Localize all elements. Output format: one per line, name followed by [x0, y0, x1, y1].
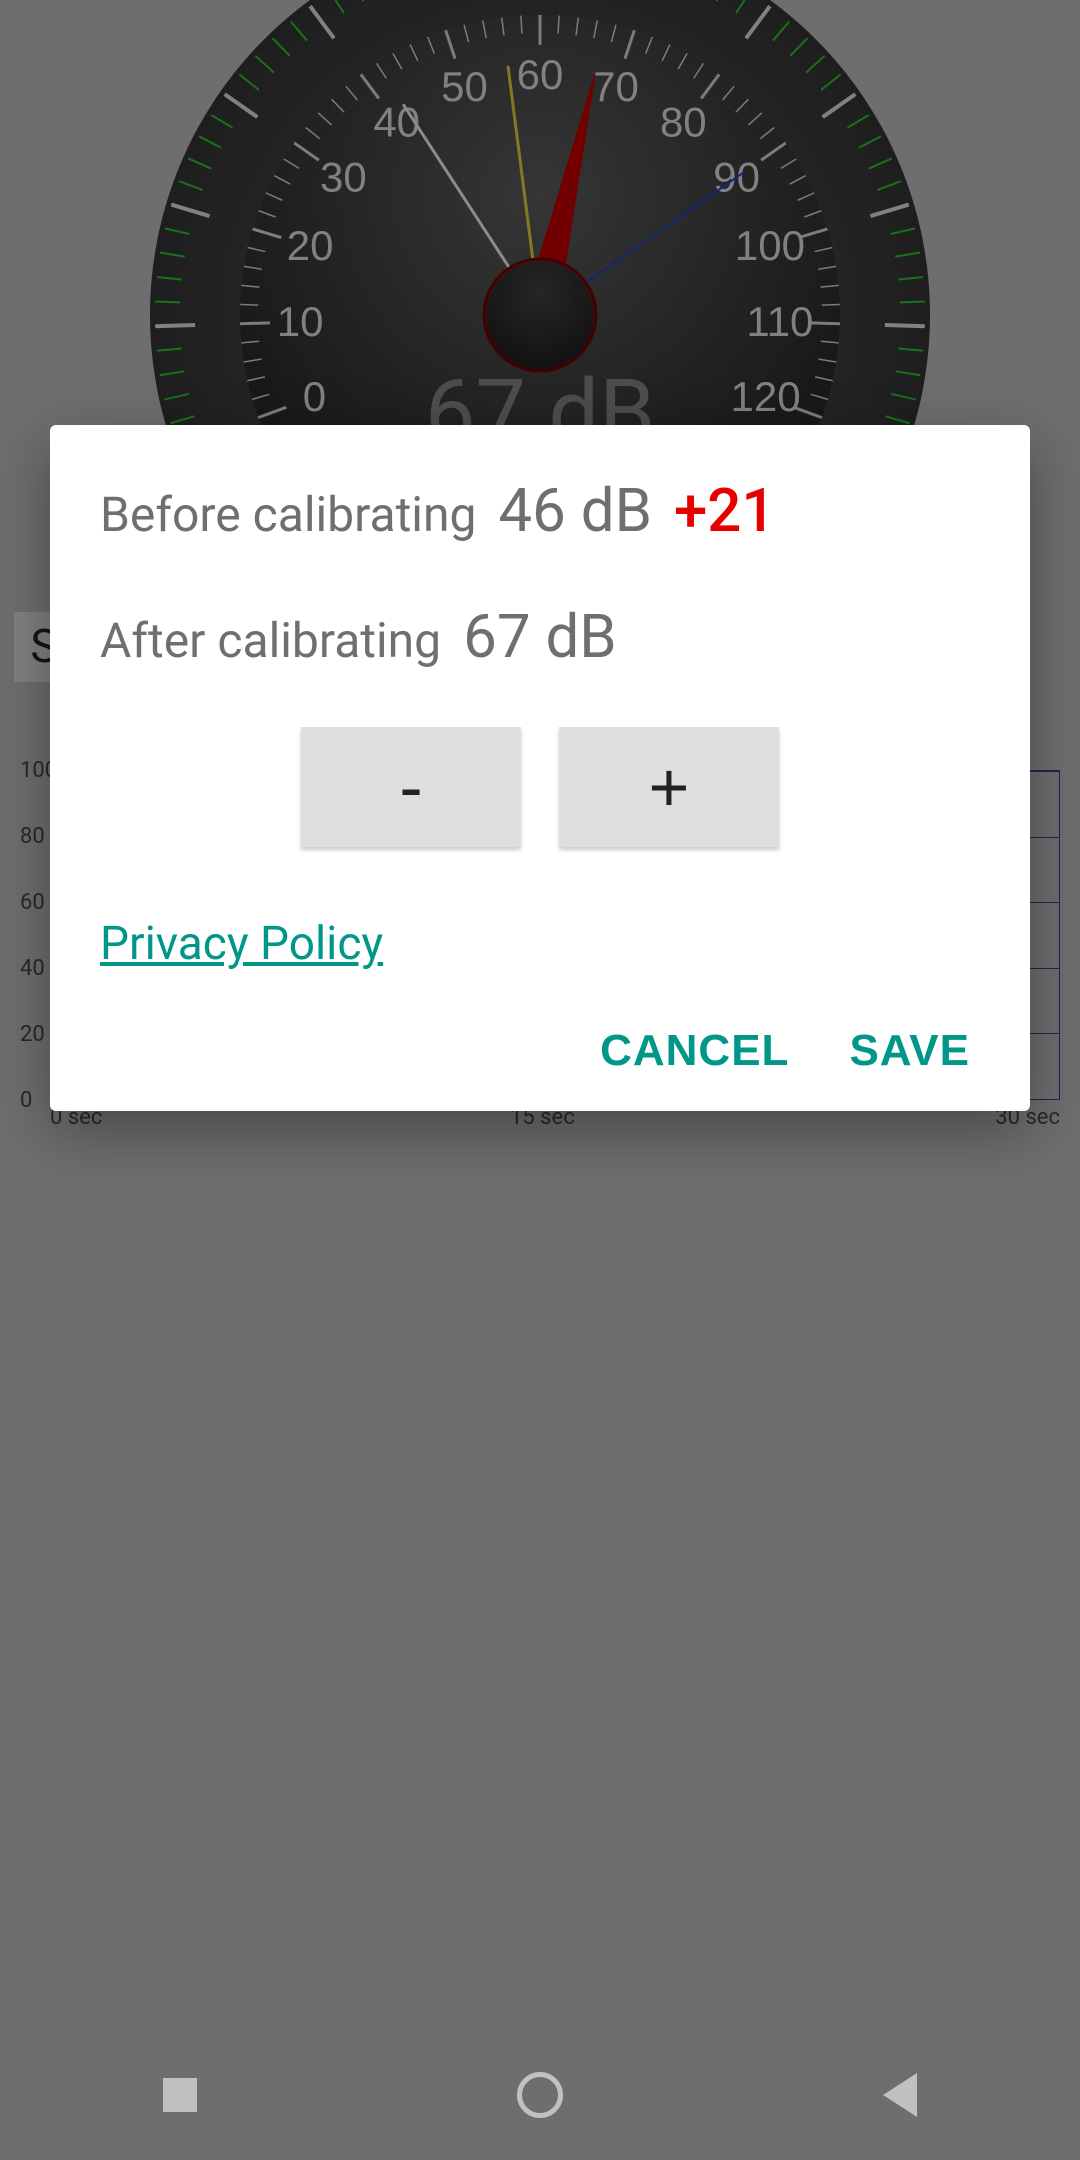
back-button[interactable]	[873, 2068, 928, 2123]
after-label: After calibrating	[100, 612, 441, 669]
android-navbar	[0, 2030, 1080, 2160]
after-value: 67 dB	[463, 601, 617, 672]
privacy-policy-link[interactable]: Privacy Policy	[100, 917, 383, 971]
recents-button[interactable]	[153, 2068, 208, 2123]
save-button[interactable]: SAVE	[849, 1026, 970, 1076]
cancel-button[interactable]: CANCEL	[600, 1026, 789, 1076]
before-label: Before calibrating	[100, 486, 476, 543]
home-button[interactable]	[513, 2068, 568, 2123]
before-value: 46 dB	[498, 475, 652, 546]
decrement-button[interactable]: -	[301, 727, 521, 847]
increment-button[interactable]: +	[559, 727, 779, 847]
calibration-dialog: Before calibrating 46 dB +21 After calib…	[50, 425, 1030, 1111]
calibration-offset: +21	[674, 475, 776, 546]
